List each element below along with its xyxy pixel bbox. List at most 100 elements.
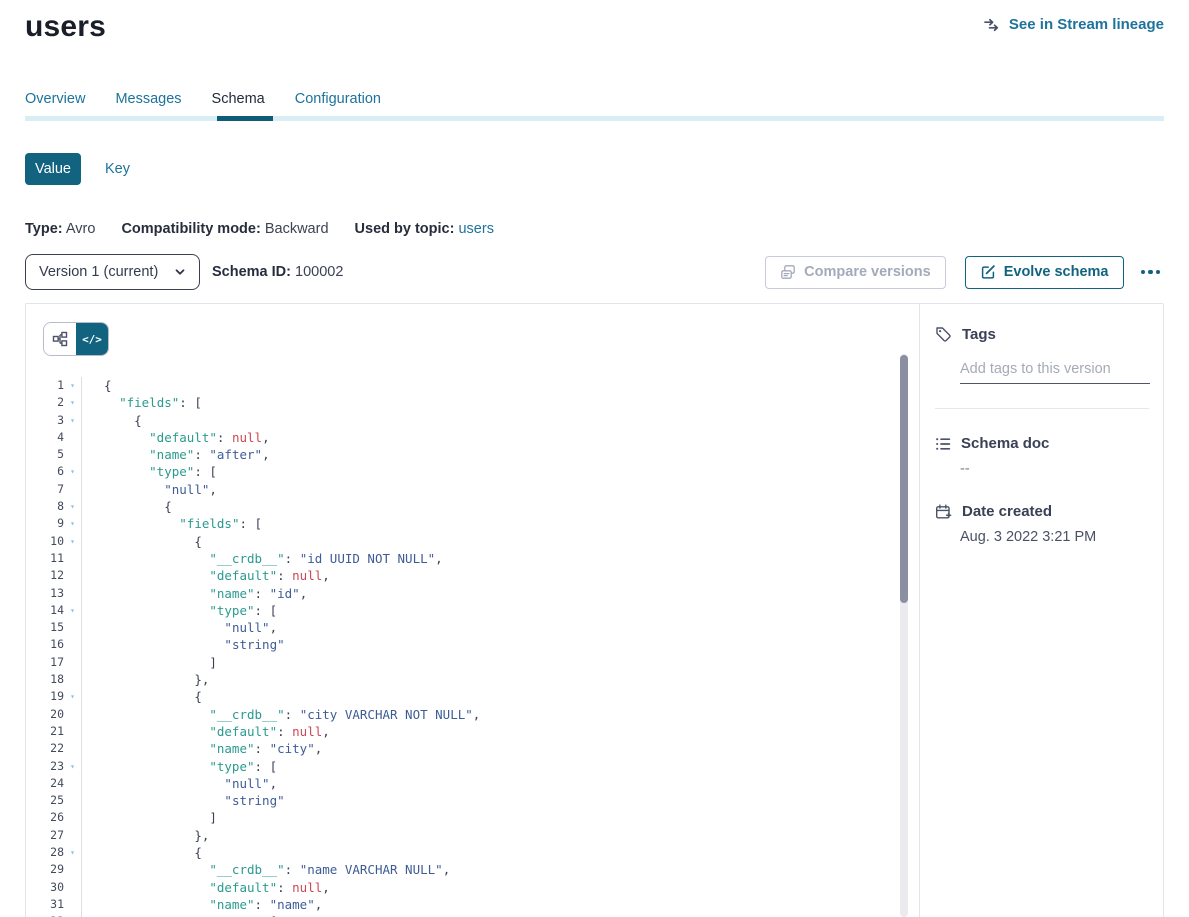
code-line: 23▾ "type": [ <box>26 758 919 775</box>
schema-sidebar: Tags Schema doc -- <box>919 304 1163 917</box>
add-tags-input[interactable] <box>960 361 1150 384</box>
evolve-schema-button[interactable]: Evolve schema <box>965 256 1124 289</box>
code-text: "null", <box>82 619 277 636</box>
line-number: 27 <box>40 827 64 844</box>
code-line: 14▾ "type": [ <box>26 602 919 619</box>
page-header: users See in Stream lineage <box>25 10 1164 44</box>
code-text: "string" <box>82 792 285 809</box>
code-line: 10▾ { <box>26 533 919 550</box>
schema-id-label: Schema ID: <box>212 264 291 280</box>
code-text: "fields": [ <box>82 515 262 532</box>
fold-toggle-icon[interactable]: ▾ <box>64 533 82 550</box>
schema-doc-section: Schema doc -- <box>935 435 1149 477</box>
fold-toggle-icon[interactable]: ▾ <box>64 394 82 411</box>
line-number: 23 <box>40 758 64 775</box>
fold-toggle-icon[interactable]: ▾ <box>64 377 82 394</box>
fold-spacer <box>64 792 82 809</box>
line-number: 17 <box>40 654 64 671</box>
tab-messages[interactable]: Messages <box>115 90 181 116</box>
line-number: 5 <box>40 446 64 463</box>
value-toggle-button[interactable]: Value <box>25 153 81 185</box>
code-text: { <box>82 412 142 429</box>
fold-toggle-icon[interactable]: ▾ <box>64 913 82 917</box>
see-in-stream-lineage-link[interactable]: See in Stream lineage <box>984 16 1164 33</box>
fold-spacer <box>64 567 82 584</box>
code-text: "type": [ <box>82 913 277 917</box>
code-line: 3▾ { <box>26 412 919 429</box>
code-text: "default": null, <box>82 879 330 896</box>
page-title: users <box>25 10 106 44</box>
code-text: "__crdb__": "id UUID NOT NULL", <box>82 550 443 567</box>
code-line: 21 "default": null, <box>26 723 919 740</box>
line-number: 7 <box>40 481 64 498</box>
code-view-button[interactable]: </> <box>76 323 108 355</box>
fold-toggle-icon[interactable]: ▾ <box>64 463 82 480</box>
line-number: 8 <box>40 498 64 515</box>
fold-spacer <box>64 481 82 498</box>
compare-versions-label: Compare versions <box>804 264 931 280</box>
code-text: { <box>82 688 202 705</box>
code-line: 25 "string" <box>26 792 919 809</box>
tab-configuration[interactable]: Configuration <box>295 90 381 116</box>
chevron-down-icon <box>173 265 187 279</box>
line-number: 18 <box>40 671 64 688</box>
fold-toggle-icon[interactable]: ▾ <box>64 844 82 861</box>
ellipsis-icon <box>1148 270 1153 275</box>
more-actions-button[interactable] <box>1137 264 1165 281</box>
code-lines: 1▾{2▾ "fields": [3▾ {4 "default": null,5… <box>26 377 919 917</box>
code-text: "type": [ <box>82 463 217 480</box>
tab-overview[interactable]: Overview <box>25 90 85 116</box>
key-toggle-button[interactable]: Key <box>105 161 130 177</box>
code-line: 31 "name": "name", <box>26 896 919 913</box>
tab-schema[interactable]: Schema <box>212 90 265 116</box>
schema-doc-value: -- <box>960 461 1149 477</box>
code-line: 1▾{ <box>26 377 919 394</box>
fold-spacer <box>64 654 82 671</box>
schema-doc-header: Schema doc <box>935 435 1149 452</box>
date-created-section: Date created Aug. 3 2022 3:21 PM <box>935 503 1149 545</box>
code-line: 24 "null", <box>26 775 919 792</box>
fold-toggle-icon[interactable]: ▾ <box>64 515 82 532</box>
version-select[interactable]: Version 1 (current) <box>25 254 200 290</box>
code-text: { <box>82 498 172 515</box>
version-toolbar: Version 1 (current) Schema ID: 100002 Co… <box>25 254 1164 290</box>
tree-view-button[interactable] <box>44 323 76 355</box>
line-number: 3 <box>40 412 64 429</box>
code-text: "name": "name", <box>82 896 322 913</box>
fold-toggle-icon[interactable]: ▾ <box>64 758 82 775</box>
schema-id-value: 100002 <box>295 264 343 280</box>
tag-icon <box>935 326 952 343</box>
fold-spacer <box>64 775 82 792</box>
fold-toggle-icon[interactable]: ▾ <box>64 602 82 619</box>
code-text: "type": [ <box>82 602 277 619</box>
line-number: 15 <box>40 619 64 636</box>
fold-toggle-icon[interactable]: ▾ <box>64 412 82 429</box>
fold-spacer <box>64 636 82 653</box>
compare-versions-button[interactable]: Compare versions <box>765 256 946 289</box>
active-tab-indicator <box>217 116 273 121</box>
type-label: Type: <box>25 221 63 237</box>
schema-doc-title: Schema doc <box>961 435 1049 452</box>
fold-toggle-icon[interactable]: ▾ <box>64 498 82 515</box>
code-line: 9▾ "fields": [ <box>26 515 919 532</box>
fold-toggle-icon[interactable]: ▾ <box>64 688 82 705</box>
code-scrollbar-track[interactable] <box>900 354 908 917</box>
line-number: 25 <box>40 792 64 809</box>
line-number: 32 <box>40 913 64 917</box>
code-line: 4 "default": null, <box>26 429 919 446</box>
line-number: 30 <box>40 879 64 896</box>
used-by-topic: Used by topic: users <box>355 221 494 237</box>
topic-link[interactable]: users <box>458 221 493 237</box>
schema-id: Schema ID: 100002 <box>212 264 343 280</box>
code-line: 7 "null", <box>26 481 919 498</box>
fold-spacer <box>64 723 82 740</box>
code-line: 6▾ "type": [ <box>26 463 919 480</box>
line-number: 4 <box>40 429 64 446</box>
line-number: 6 <box>40 463 64 480</box>
fold-spacer <box>64 550 82 567</box>
compatibility-mode: Compatibility mode: Backward <box>121 221 328 237</box>
code-text: "type": [ <box>82 758 277 775</box>
fold-spacer <box>64 740 82 757</box>
code-scrollbar-thumb[interactable] <box>900 355 908 603</box>
code-text: { <box>82 533 202 550</box>
